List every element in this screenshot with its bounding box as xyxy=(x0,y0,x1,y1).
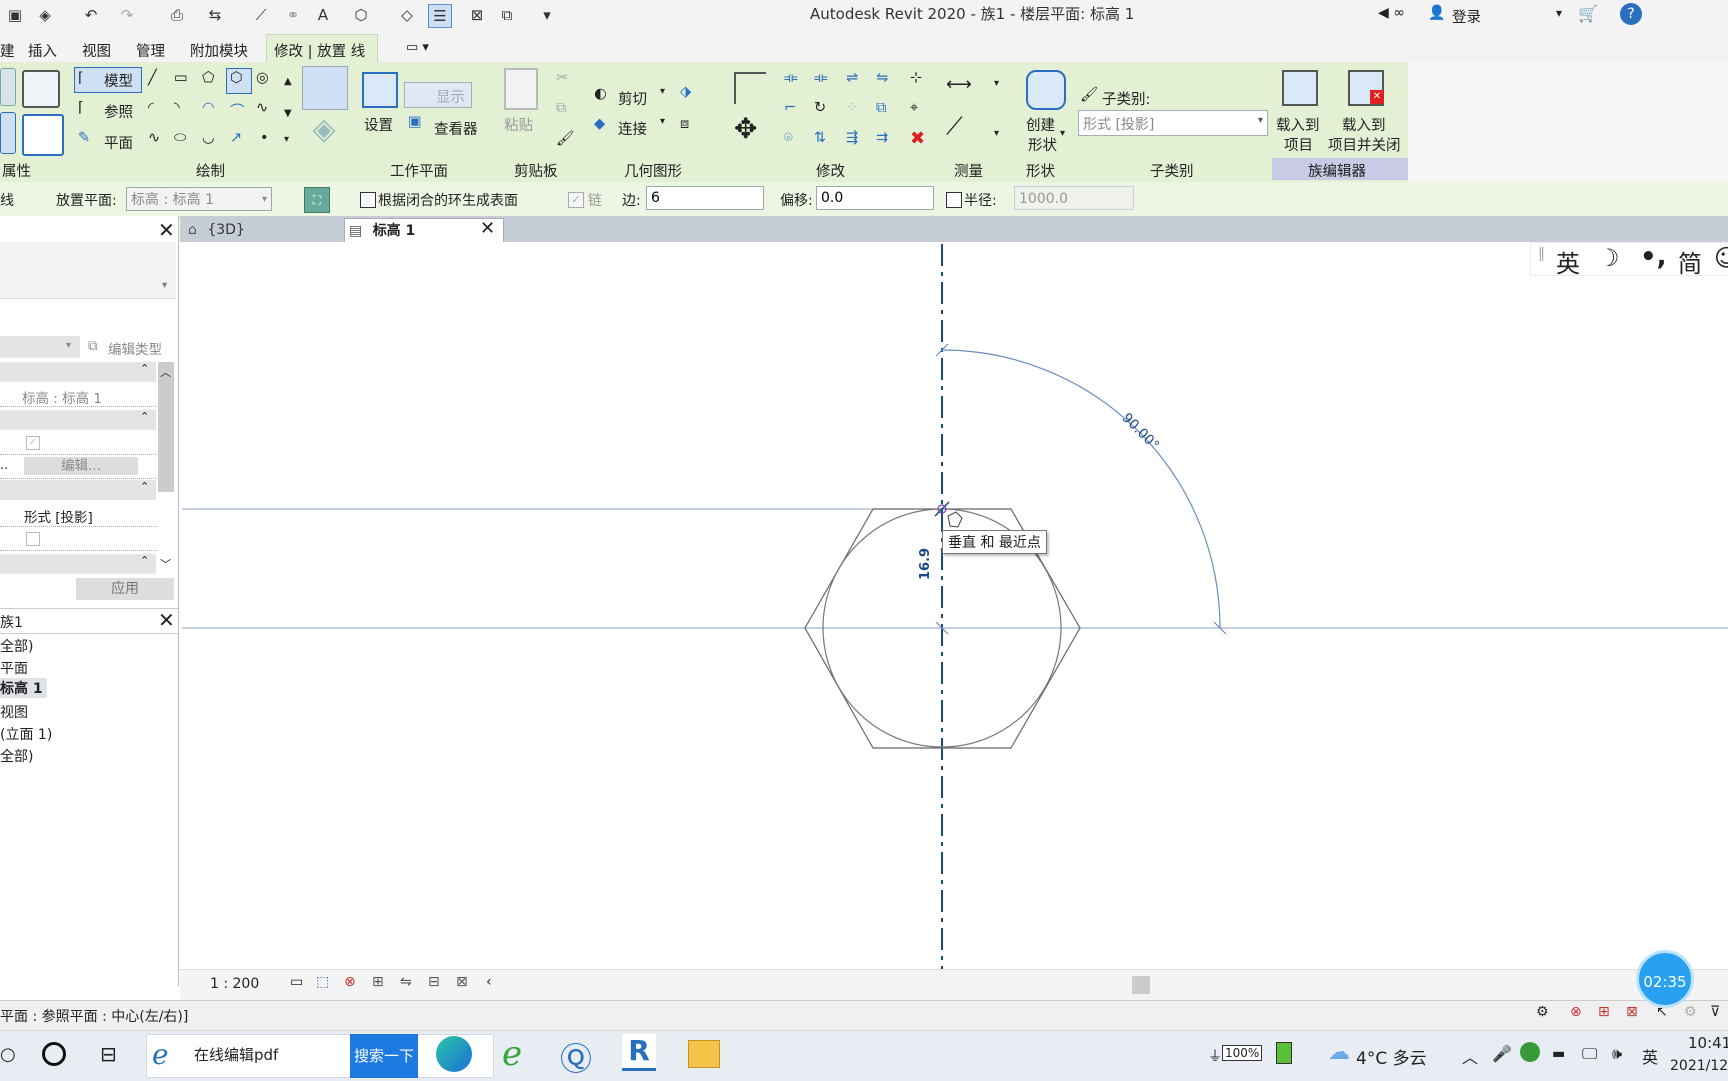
volume-icon[interactable]: 🕪 xyxy=(1612,1044,1622,1064)
status-bar xyxy=(0,1000,1728,1031)
green-tray-icon[interactable] xyxy=(1520,1042,1540,1062)
temp-hide-icon[interactable]: ⊠ xyxy=(456,974,468,990)
ime-simplified-toggle[interactable]: 简 xyxy=(1678,244,1702,279)
power-plug-icon[interactable]: ⏚ xyxy=(1208,1046,1222,1066)
angle-arc xyxy=(941,349,1221,629)
cursor-polygon-icon xyxy=(947,511,963,528)
clock-time[interactable]: 10:41 xyxy=(1688,1034,1728,1052)
clock-date[interactable]: 2021/12 xyxy=(1670,1058,1728,1074)
ime-moon-icon[interactable]: ☽ xyxy=(1598,244,1620,272)
status-text: 平面 : 参照平面 : 中心(左/右)] xyxy=(0,1009,189,1025)
crop-view-icon[interactable]: ⇋ xyxy=(400,974,412,990)
qq-browser-icon[interactable]: Ⓠ xyxy=(560,1034,592,1080)
taskbar-search-text: 在线编辑pdf xyxy=(194,1046,279,1064)
ime-punct-icon[interactable]: •, xyxy=(1640,242,1667,272)
ime-emoji-icon[interactable]: ☺ xyxy=(1714,244,1728,272)
file-explorer-icon[interactable] xyxy=(688,1040,720,1068)
ie-green-icon[interactable]: ℯ xyxy=(502,1034,522,1074)
shadows-icon[interactable]: ⊞ xyxy=(372,974,384,990)
revit-taskbar-icon[interactable]: R xyxy=(622,1034,656,1071)
visual-style-icon[interactable]: ⬚ xyxy=(316,974,329,990)
sun-path-icon[interactable]: ⊗ xyxy=(344,974,356,990)
search-circle-icon[interactable]: ○ xyxy=(0,1044,16,1065)
select-links-icon[interactable]: ⊗ xyxy=(1570,1004,1582,1020)
ime-lang-toggle[interactable]: 英 xyxy=(1556,244,1580,279)
view-control-bar xyxy=(180,969,1728,1000)
cortana-icon[interactable] xyxy=(42,1042,66,1066)
battery-icon[interactable] xyxy=(1276,1042,1292,1064)
microphone-icon[interactable]: 🎤 xyxy=(1492,1044,1512,1063)
task-view-icon[interactable]: ⊟ xyxy=(100,1042,117,1066)
ie-search-icon: ℯ xyxy=(152,1038,169,1071)
select-underlay-icon[interactable]: ⊞ xyxy=(1598,1004,1610,1020)
recording-timer[interactable]: 02:35 xyxy=(1636,950,1694,1008)
weather-cloud-icon[interactable]: ☁ xyxy=(1328,1040,1350,1065)
select-pinned-icon[interactable]: ⊠ xyxy=(1626,1004,1638,1020)
tray-expand-icon[interactable]: ︿ xyxy=(1462,1044,1478,1068)
battery-indicator[interactable]: 100% xyxy=(1222,1045,1263,1061)
show-crop-icon[interactable]: ⊟ xyxy=(428,974,440,990)
snap-tooltip: 垂直 和 最近点 xyxy=(942,530,1047,554)
canvas-geometry xyxy=(182,244,1728,975)
ime-grip-icon[interactable]: ‖ xyxy=(1538,246,1545,262)
battery-tray-icon[interactable]: ▬ xyxy=(1552,1046,1565,1062)
edge-icon[interactable] xyxy=(436,1036,472,1072)
search-go-button[interactable]: 搜索一下 xyxy=(350,1034,418,1078)
scroll-left-icon[interactable]: ‹ xyxy=(486,974,492,990)
network-icon[interactable]: 🖵 xyxy=(1582,1044,1597,1064)
filter-icon[interactable]: ⊽ xyxy=(1710,1004,1720,1020)
input-lang-indicator[interactable]: 英 xyxy=(1642,1044,1658,1068)
view-scale[interactable]: 1 : 200 xyxy=(210,976,259,992)
horizontal-scrollbar-thumb[interactable] xyxy=(1132,976,1150,994)
temp-dimension-label[interactable]: 16.9 xyxy=(918,548,933,580)
weather-text[interactable]: 4°C 多云 xyxy=(1356,1044,1427,1069)
worksets-icon[interactable]: ⚙ xyxy=(1536,1004,1549,1020)
detail-level-icon[interactable]: ▭ xyxy=(290,974,303,990)
drag-elements-icon[interactable]: ⚙ xyxy=(1684,1004,1697,1020)
